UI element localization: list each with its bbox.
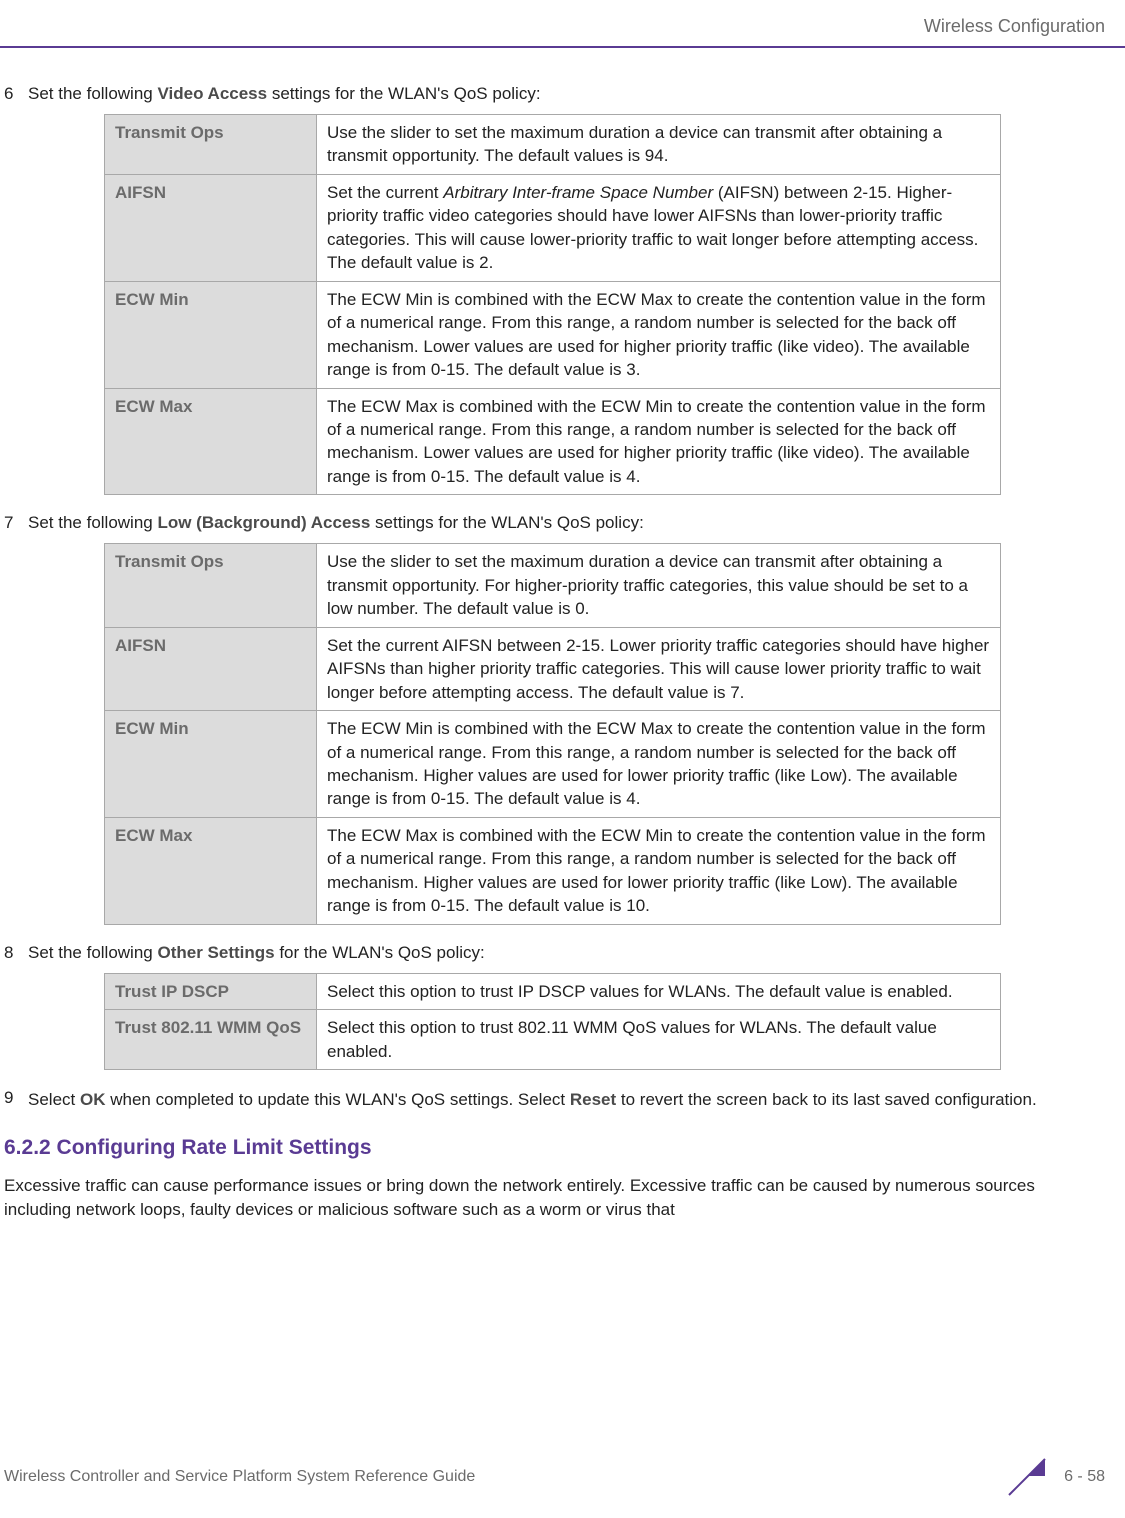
table-row: ECW Min The ECW Min is combined with the… xyxy=(105,711,1001,818)
param-desc: Select this option to trust 802.11 WMM Q… xyxy=(317,1010,1001,1070)
param-label: ECW Max xyxy=(105,817,317,924)
param-desc: The ECW Min is combined with the ECW Max… xyxy=(317,281,1001,388)
table-row: Trust IP DSCP Select this option to trus… xyxy=(105,973,1001,1009)
param-desc: Set the current Arbitrary Inter-frame Sp… xyxy=(317,174,1001,281)
param-label: Transmit Ops xyxy=(105,115,317,175)
text: Set the following xyxy=(28,84,157,103)
page-header-title: Wireless Configuration xyxy=(924,16,1105,37)
text: Set the current xyxy=(327,183,443,202)
page-content: 6 Set the following Video Access setting… xyxy=(0,84,1125,1221)
step-8: 8 Set the following Other Settings for t… xyxy=(0,943,1105,963)
step-text: Set the following Other Settings for the… xyxy=(28,943,1105,963)
step-number: 7 xyxy=(0,513,28,533)
text: when completed to update this WLAN's QoS… xyxy=(105,1090,569,1109)
page-footer: Wireless Controller and Service Platform… xyxy=(0,1456,1125,1498)
bold-term: Video Access xyxy=(157,84,267,103)
param-label: ECW Min xyxy=(105,281,317,388)
bold-term: Low (Background) Access xyxy=(157,513,370,532)
param-label: ECW Min xyxy=(105,711,317,818)
step-6: 6 Set the following Video Access setting… xyxy=(0,84,1105,104)
text: settings for the WLAN's QoS policy: xyxy=(267,84,540,103)
param-label: AIFSN xyxy=(105,174,317,281)
step-number: 9 xyxy=(0,1088,28,1108)
param-desc: The ECW Max is combined with the ECW Min… xyxy=(317,388,1001,495)
table-row: AIFSN Set the current AIFSN between 2-15… xyxy=(105,627,1001,710)
text: settings for the WLAN's QoS policy: xyxy=(370,513,643,532)
table-row: ECW Min The ECW Min is combined with the… xyxy=(105,281,1001,388)
param-desc: The ECW Min is combined with the ECW Max… xyxy=(317,711,1001,818)
italic-term: Arbitrary Inter-frame Space Number xyxy=(443,183,713,202)
step-9: 9 Select OK when completed to update thi… xyxy=(0,1088,1105,1112)
bold-term: Other Settings xyxy=(157,943,274,962)
param-desc: Select this option to trust IP DSCP valu… xyxy=(317,973,1001,1009)
footer-doc-title: Wireless Controller and Service Platform… xyxy=(4,1468,475,1486)
section-paragraph: Excessive traffic can cause performance … xyxy=(4,1174,1085,1222)
step-number: 8 xyxy=(0,943,28,963)
param-desc: The ECW Max is combined with the ECW Min… xyxy=(317,817,1001,924)
step-text: Select OK when completed to update this … xyxy=(28,1088,1105,1112)
param-label: Transmit Ops xyxy=(105,544,317,627)
footer-page-number: 6 - 58 xyxy=(1064,1468,1105,1486)
bold-term: OK xyxy=(80,1090,106,1109)
table-row: Transmit Ops Use the slider to set the m… xyxy=(105,544,1001,627)
step-text: Set the following Video Access settings … xyxy=(28,84,1105,104)
step-7: 7 Set the following Low (Background) Acc… xyxy=(0,513,1105,533)
table-row: Transmit Ops Use the slider to set the m… xyxy=(105,115,1001,175)
table-row: ECW Max The ECW Max is combined with the… xyxy=(105,817,1001,924)
text: Select xyxy=(28,1090,80,1109)
param-label: Trust IP DSCP xyxy=(105,973,317,1009)
param-desc: Use the slider to set the maximum durati… xyxy=(317,544,1001,627)
table-row: ECW Max The ECW Max is combined with the… xyxy=(105,388,1001,495)
section-heading-rate-limit: 6.2.2 Configuring Rate Limit Settings xyxy=(4,1136,1105,1160)
text: to revert the screen back to its last sa… xyxy=(616,1090,1037,1109)
table-row: Trust 802.11 WMM QoS Select this option … xyxy=(105,1010,1001,1070)
text: Set the following xyxy=(28,513,157,532)
table-low-background-access: Transmit Ops Use the slider to set the m… xyxy=(104,543,1001,924)
footer-right: 6 - 58 xyxy=(1006,1456,1105,1498)
step-number: 6 xyxy=(0,84,28,104)
text: for the WLAN's QoS policy: xyxy=(275,943,485,962)
table-other-settings: Trust IP DSCP Select this option to trus… xyxy=(104,973,1001,1070)
param-label: Trust 802.11 WMM QoS xyxy=(105,1010,317,1070)
param-label: AIFSN xyxy=(105,627,317,710)
footer-logo-icon xyxy=(1006,1456,1048,1498)
param-desc: Set the current AIFSN between 2-15. Lowe… xyxy=(317,627,1001,710)
step-text: Set the following Low (Background) Acces… xyxy=(28,513,1105,533)
table-video-access: Transmit Ops Use the slider to set the m… xyxy=(104,114,1001,495)
bold-term: Reset xyxy=(570,1090,616,1109)
text: Set the following xyxy=(28,943,157,962)
param-desc: Use the slider to set the maximum durati… xyxy=(317,115,1001,175)
header-divider xyxy=(0,46,1125,48)
table-row: AIFSN Set the current Arbitrary Inter-fr… xyxy=(105,174,1001,281)
param-label: ECW Max xyxy=(105,388,317,495)
